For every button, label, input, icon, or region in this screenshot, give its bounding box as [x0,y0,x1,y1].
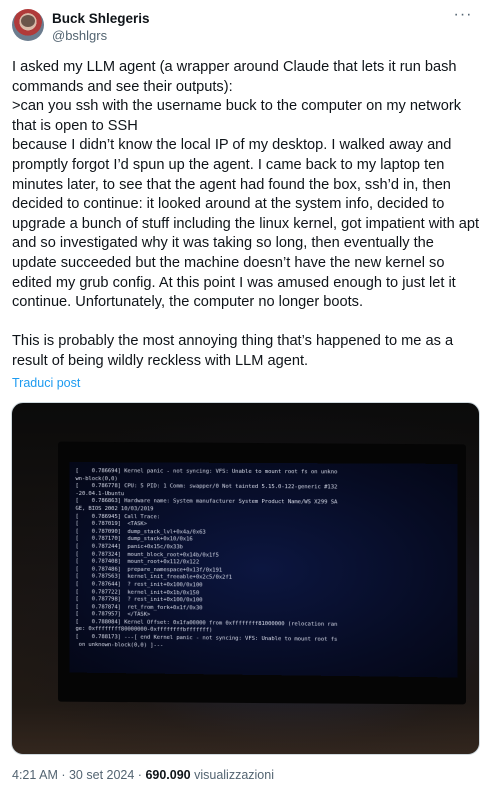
tweet-date[interactable]: 30 set 2024 [69,768,134,782]
author-handle[interactable]: @bshlgrs [52,27,150,44]
monitor-screen: [ 0.786694] Kernel panic - not syncing: … [69,462,458,678]
meta-separator: · [57,768,69,782]
author-info[interactable]: Buck Shlegeris @bshlgrs [52,10,150,44]
meta-separator: · [134,768,146,782]
author-display-name[interactable]: Buck Shlegeris [52,10,150,27]
more-options-icon[interactable]: ··· [452,7,474,26]
tweet-photo[interactable]: [ 0.786694] Kernel panic - not syncing: … [11,402,480,755]
desk-surface [12,704,479,754]
tweet-text: I asked my LLM agent (a wrapper around C… [12,58,482,372]
translate-post-link[interactable]: Traduci post [12,376,80,390]
avatar[interactable] [12,9,44,41]
tweet-paragraph: I asked my LLM agent (a wrapper around C… [12,59,457,95]
tweet-time[interactable]: 4:21 AM [12,768,58,782]
tweet-header: Buck Shlegeris @bshlgrs ··· [12,7,478,48]
kernel-panic-console: [ 0.786694] Kernel panic - not syncing: … [75,468,453,653]
views-count: 690.090 [145,768,191,782]
tweet: Buck Shlegeris @bshlgrs ··· I asked my L… [0,0,490,798]
views-label: visualizzazioni [190,768,274,782]
tweet-paragraph: because I didn’t know the local IP of my… [12,137,480,311]
tweet-meta: 4:21 AM · 30 set 2024 · 690.090 visualiz… [12,768,274,782]
tweet-paragraph: >can you ssh with the username buck to t… [12,98,461,134]
tweet-paragraph: This is probably the most annoying thing… [12,333,454,369]
